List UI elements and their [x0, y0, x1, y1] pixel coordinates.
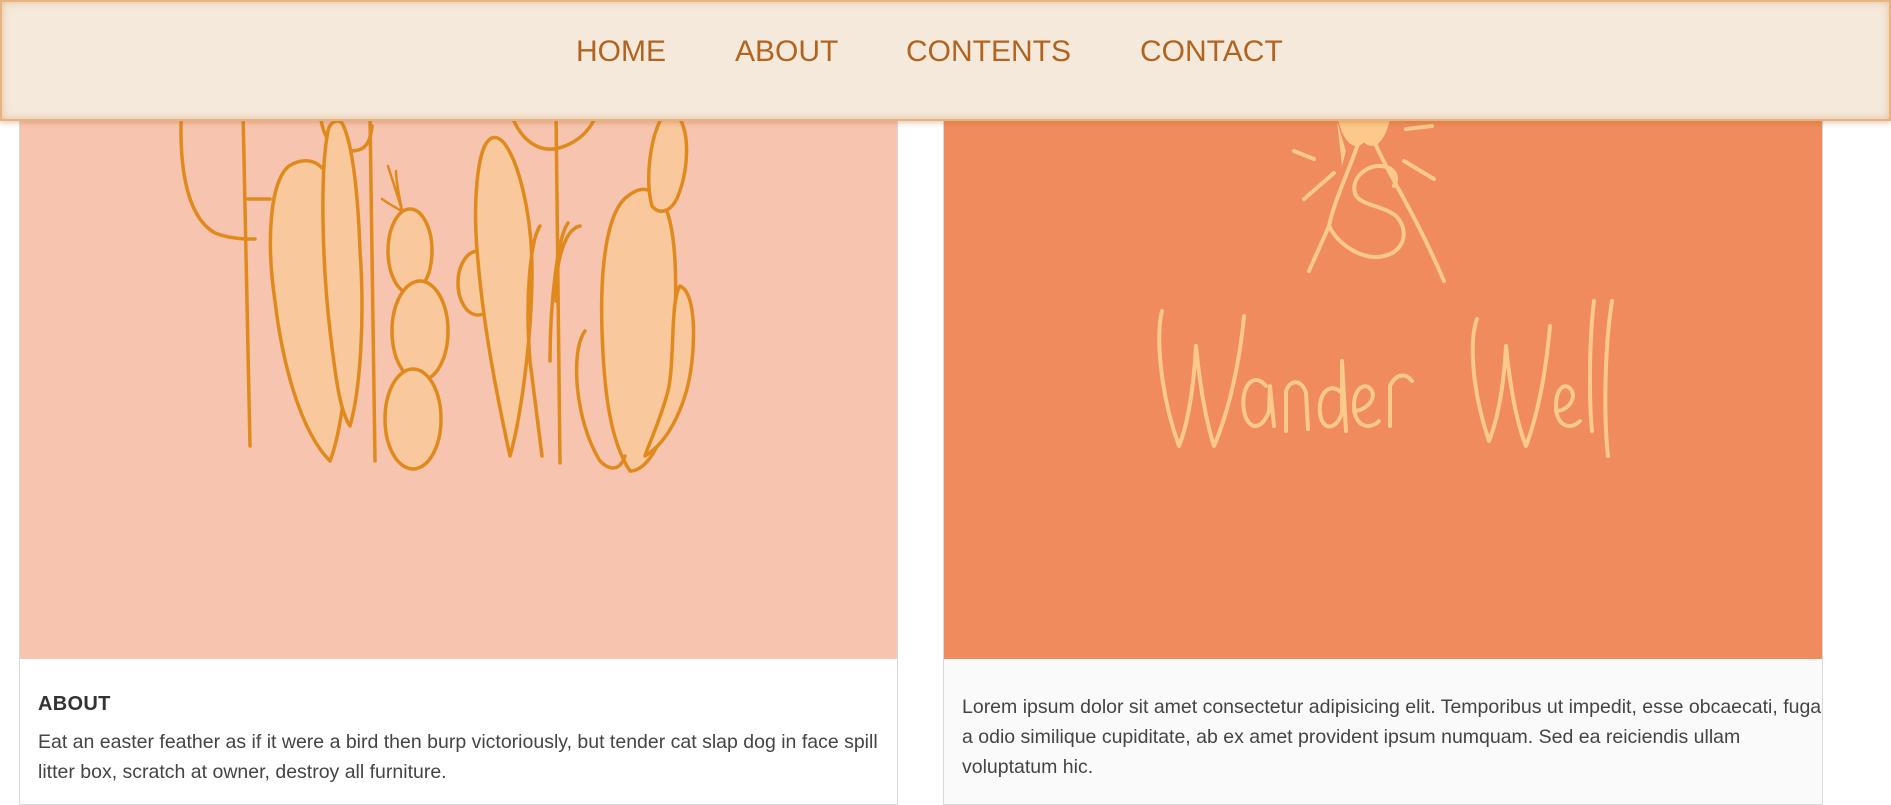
about-card-text: Eat an easter feather as if it were a bi… [38, 731, 878, 783]
nav-item-about[interactable]: ABOUT [735, 35, 838, 69]
wander-well-card-text: Lorem ipsum dolor sit amet consectetur a… [962, 696, 1822, 778]
top-navbar: HOME ABOUT CONTENTS CONTACT [0, 0, 1891, 121]
nav-list: HOME ABOUT CONTENTS CONTACT [2, 2, 1889, 119]
wander-well-card-body: Lorem ipsum dolor sit amet consectetur a… [944, 659, 1822, 804]
nav-item-contents[interactable]: CONTENTS [906, 35, 1071, 69]
about-card-title: ABOUT [38, 693, 111, 715]
nav-item-home[interactable]: HOME [576, 35, 666, 69]
nav-item-contact[interactable]: CONTACT [1140, 35, 1283, 69]
about-card-body: ABOUT Eat an easter feather as if it wer… [20, 659, 897, 804]
